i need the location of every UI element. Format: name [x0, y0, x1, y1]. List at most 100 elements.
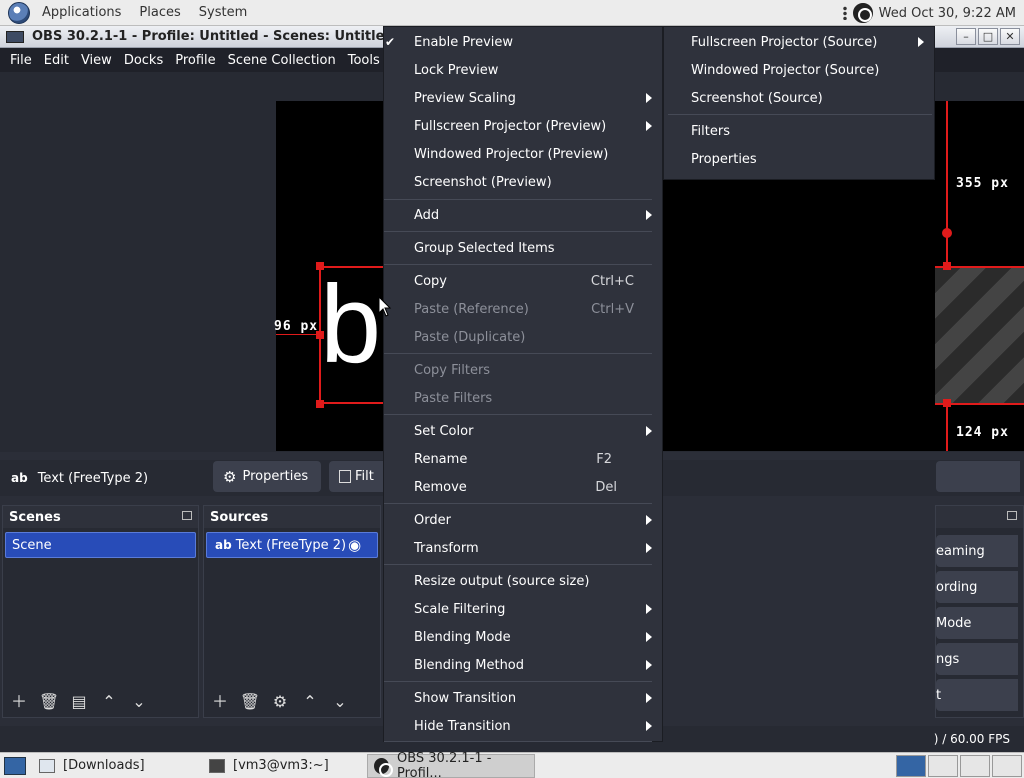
minimize-button[interactable]: –	[956, 28, 976, 45]
text-source-icon: ab	[11, 471, 28, 485]
menu-item-hide-transition[interactable]: Hide Transition	[384, 712, 662, 740]
menu-item-set-color[interactable]: Set Color	[384, 417, 662, 445]
menu-docks[interactable]: Docks	[118, 53, 169, 68]
eye-icon[interactable]: ◉	[348, 536, 361, 554]
menu-item-scale-filtering[interactable]: Scale Filtering	[384, 595, 662, 623]
menu-item-fullscreen-projector-preview[interactable]: Fullscreen Projector (Preview)	[384, 112, 662, 140]
window-title: OBS 30.2.1-1 - Profile: Untitled - Scene…	[32, 29, 394, 44]
menu-item-transform[interactable]: Transform	[384, 534, 662, 562]
menu-view[interactable]: View	[75, 53, 118, 68]
resize-handle-bl[interactable]	[316, 400, 324, 408]
menu-item-copy[interactable]: Copy Ctrl+C	[384, 267, 662, 295]
gnome-foot-icon[interactable]	[8, 1, 30, 24]
distance-label-top: 355 px	[956, 176, 1009, 191]
exit-button[interactable]: t	[936, 679, 1018, 711]
menu-item-screenshot-source[interactable]: Screenshot (Source)	[664, 84, 934, 112]
menu-item-label: Hide Transition	[414, 718, 511, 734]
menu-item-rename[interactable]: Rename F2	[384, 445, 662, 473]
menu-item-label: Transform	[414, 540, 479, 556]
resize-handle-tl[interactable]	[316, 262, 324, 270]
menu-item-fullscreen-projector-source[interactable]: Fullscreen Projector (Source)	[664, 28, 934, 56]
menu-item-enable-preview[interactable]: ✔ Enable Preview	[384, 28, 662, 56]
toolbar-button-right[interactable]	[936, 461, 1020, 492]
settings-button[interactable]: ngs	[936, 643, 1018, 675]
scene-item[interactable]: Scene	[5, 532, 196, 558]
start-streaming-button[interactable]: eaming	[936, 535, 1018, 567]
add-icon[interactable]: ＋	[208, 691, 232, 713]
panel-handle-icon	[842, 6, 847, 20]
menu-item-show-transition[interactable]: Show Transition	[384, 684, 662, 712]
menu-scene-collection[interactable]: Scene Collection	[222, 53, 342, 68]
gear-icon[interactable]: ⚙	[268, 691, 292, 713]
properties-button[interactable]: ⚙ Properties	[213, 461, 321, 492]
maximize-button[interactable]: □	[978, 28, 998, 45]
menu-item-group-selected[interactable]: Group Selected Items	[384, 234, 662, 262]
menu-item-label: Enable Preview	[414, 34, 514, 50]
task-obs[interactable]: OBS 30.2.1-1 - Profil...	[367, 751, 535, 778]
menu-item-add[interactable]: Add	[384, 201, 662, 229]
places-menu[interactable]: Places	[133, 5, 186, 20]
menu-item-order[interactable]: Order	[384, 506, 662, 534]
clock[interactable]: Wed Oct 30, 9:22 AM	[879, 6, 1016, 21]
menu-separator	[384, 353, 652, 354]
chevron-down-icon[interactable]: ⌄	[127, 691, 151, 713]
menu-item-copy-filters: Copy Filters	[384, 356, 662, 384]
menu-item-label: Blending Method	[414, 657, 525, 673]
source-item[interactable]: ab Text (FreeType 2) ◉	[206, 532, 378, 558]
undock-icon[interactable]	[182, 511, 192, 520]
task-terminal[interactable]: [vm3@vm3:~]	[202, 754, 367, 778]
system-menu[interactable]: System	[193, 5, 253, 20]
menu-item-blending-method[interactable]: Blending Method	[384, 651, 662, 679]
chevron-down-icon[interactable]: ⌄	[328, 691, 352, 713]
menu-item-properties[interactable]: Properties	[664, 145, 934, 173]
menu-item-resize-output[interactable]: Resize output (source size)	[384, 567, 662, 595]
trash-icon[interactable]: 🗑	[37, 691, 61, 713]
submenu-arrow-icon	[646, 210, 652, 220]
workspace-4[interactable]	[992, 754, 1022, 777]
submenu-arrow-icon	[646, 426, 652, 436]
menu-item-label: Screenshot (Preview)	[414, 174, 552, 190]
menu-file[interactable]: File	[4, 53, 38, 68]
add-icon[interactable]: ＋	[7, 691, 31, 713]
menu-item-shortcut: Ctrl+C	[590, 273, 634, 289]
resize-handle-top-right[interactable]	[943, 262, 951, 270]
menu-tools[interactable]: Tools	[342, 53, 386, 68]
text-source-render[interactable]: b	[320, 270, 381, 380]
distance-guide-bottom	[946, 405, 948, 451]
menu-edit[interactable]: Edit	[38, 53, 75, 68]
menu-item-remove[interactable]: Remove Del	[384, 473, 662, 501]
menu-item-filters[interactable]: Filters	[664, 117, 934, 145]
task-downloads[interactable]: [Downloads]	[32, 754, 202, 778]
menu-item-screenshot-preview[interactable]: Screenshot (Preview)	[384, 168, 662, 196]
menu-separator	[384, 231, 652, 232]
menu-item-label: Order	[414, 512, 451, 528]
start-recording-button[interactable]: ording	[936, 571, 1018, 603]
menu-profile[interactable]: Profile	[169, 53, 221, 68]
filters-icon[interactable]: ▤	[67, 691, 91, 713]
submenu-arrow-icon	[646, 543, 652, 553]
workspace-3[interactable]	[960, 754, 990, 777]
menu-item-label: Preview Scaling	[414, 90, 516, 106]
filters-button[interactable]: Filt	[329, 461, 389, 492]
distance-guide-top	[946, 101, 948, 266]
menu-item-preview-scaling[interactable]: Preview Scaling	[384, 84, 662, 112]
scenes-dock-title: Scenes	[9, 509, 61, 525]
workspace-1[interactable]	[896, 754, 926, 777]
window-menu-icon[interactable]	[6, 30, 24, 43]
show-desktop-icon[interactable]	[4, 756, 26, 775]
chevron-up-icon[interactable]: ⌃	[97, 691, 121, 713]
obs-tray-icon[interactable]	[852, 3, 873, 23]
trash-icon[interactable]: 🗑	[238, 691, 262, 713]
studio-mode-button[interactable]: Mode	[936, 607, 1018, 639]
undock-icon[interactable]	[1007, 511, 1017, 520]
workspace-2[interactable]	[928, 754, 958, 777]
menu-item-shortcut: Del	[595, 479, 617, 495]
applications-menu[interactable]: Applications	[36, 5, 127, 20]
close-button[interactable]: ✕	[1000, 28, 1020, 45]
menu-item-lock-preview[interactable]: Lock Preview	[384, 56, 662, 84]
menu-item-windowed-projector-source[interactable]: Windowed Projector (Source)	[664, 56, 934, 84]
menu-item-windowed-projector-preview[interactable]: Windowed Projector (Preview)	[384, 140, 662, 168]
menu-item-blending-mode[interactable]: Blending Mode	[384, 623, 662, 651]
chevron-up-icon[interactable]: ⌃	[298, 691, 322, 713]
menu-item-shortcut: Ctrl+V	[591, 301, 634, 317]
